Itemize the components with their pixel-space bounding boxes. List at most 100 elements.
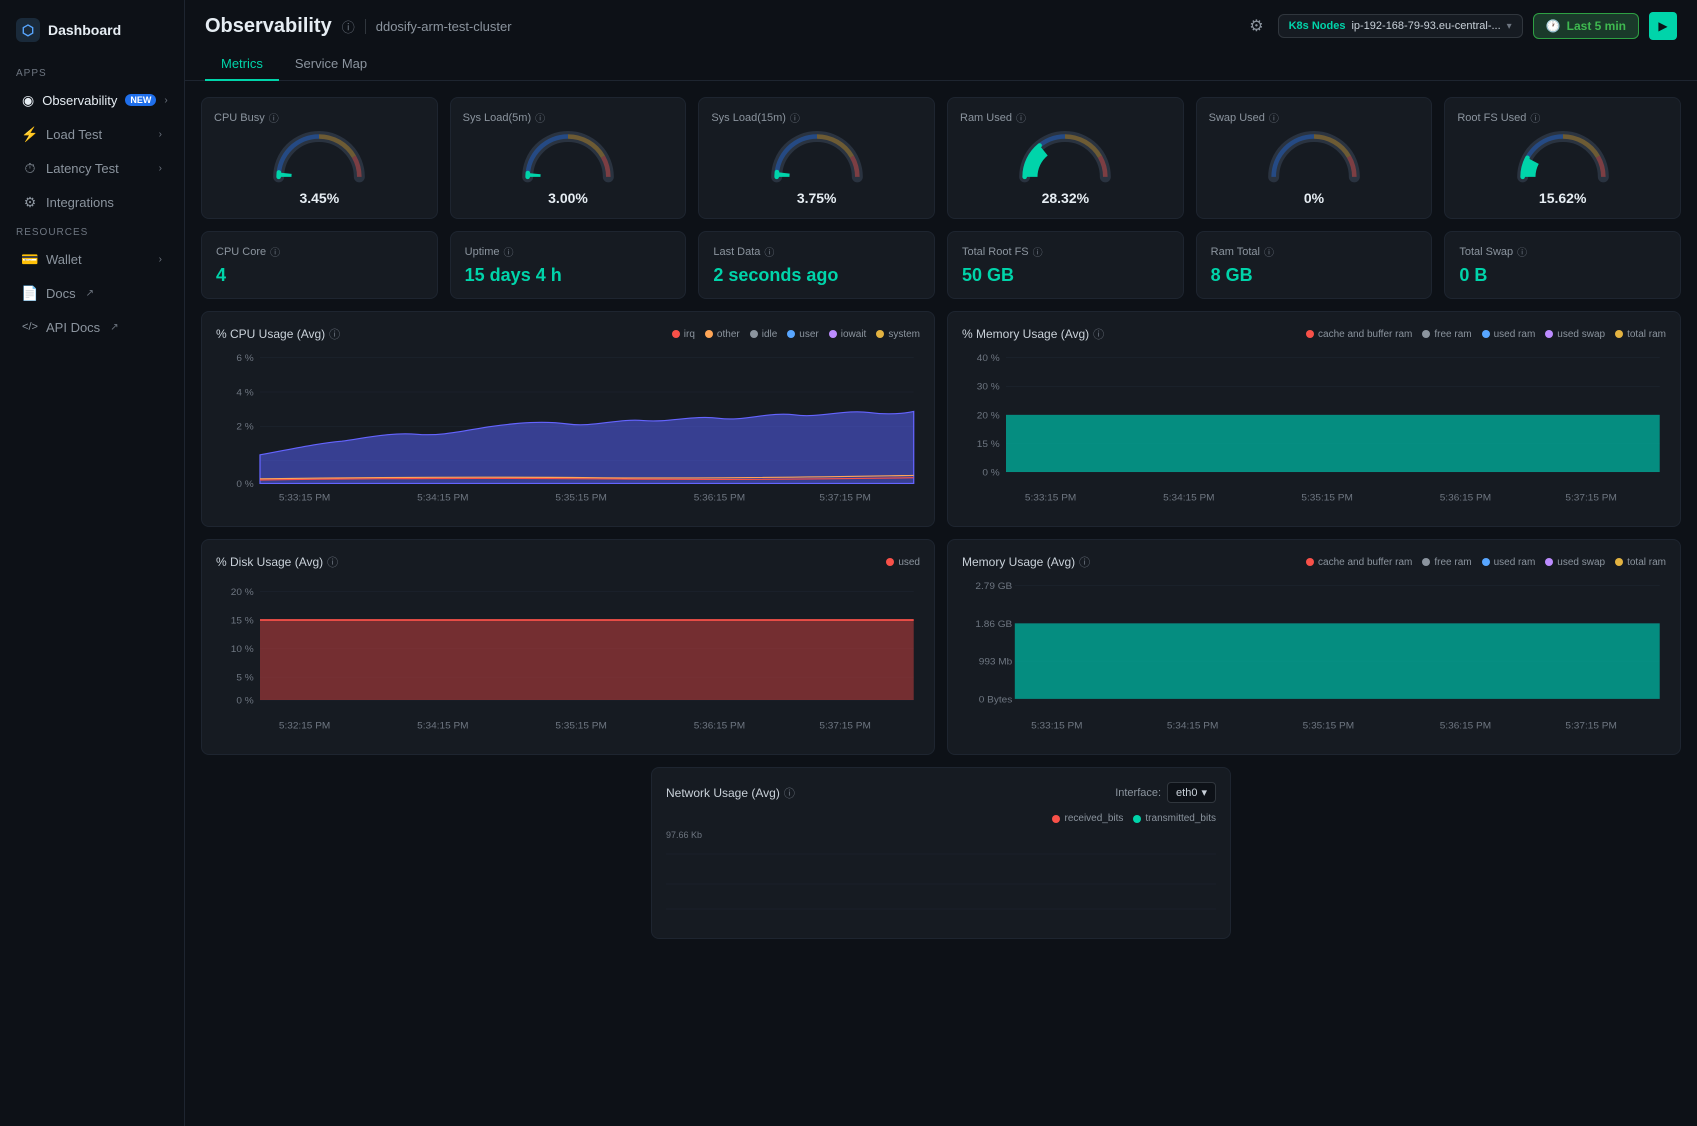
legend-dot-other [705, 330, 713, 338]
svg-text:30 %: 30 % [977, 382, 1000, 392]
wallet-icon: 💳 [22, 251, 38, 267]
svg-text:993 Mb: 993 Mb [979, 657, 1013, 667]
sidebar: ⬡ Dashboard APPS ◉ Observability New › ⚡… [0, 0, 185, 1126]
svg-text:5:33:15 PM: 5:33:15 PM [1025, 493, 1076, 503]
main-content: Observability ⓘ ddosify-arm-test-cluster… [185, 0, 1697, 1126]
legend-label-irq: irq [684, 329, 695, 340]
network-yaxis-top: 97.66 Kb [666, 830, 1216, 840]
stat-card-cpu-core: CPU Core ⓘ 4 [201, 231, 438, 299]
gauge-title-swap-used: Swap Used ⓘ [1209, 110, 1279, 125]
memory-abs-chart-card: Memory Usage (Avg) ⓘ cache and buffer ra… [947, 539, 1681, 755]
chart-row-2: % Disk Usage (Avg) ⓘ used [201, 539, 1681, 755]
interface-dropdown[interactable]: eth0 ▾ [1167, 782, 1216, 803]
gauge-info-icon-root-fs-used: ⓘ [1530, 110, 1540, 125]
info-icon: ⓘ [342, 17, 355, 36]
stat-info-icon-total-root-fs: ⓘ [1033, 244, 1043, 259]
legend-label: used ram [1494, 329, 1536, 340]
legend-dot [1615, 330, 1623, 338]
cpu-legend-irq: irq [672, 329, 695, 340]
gauge-card-root-fs-used: Root FS Used ⓘ 15.62% [1444, 97, 1681, 219]
gauge-svg-sys-load-15m [767, 131, 867, 186]
time-label: Last 5 min [1567, 19, 1626, 33]
sidebar-item-integrations[interactable]: ⚙ Integrations [6, 186, 178, 218]
gauge-svg-cpu-busy [269, 131, 369, 186]
gauge-label-swap-used: Swap Used [1209, 112, 1265, 124]
page-title: Observability [205, 15, 332, 38]
gauge-value-root-fs-used: 15.62% [1539, 190, 1586, 206]
gauge-svg-root-fs-used [1513, 131, 1613, 186]
gauge-svg-ram-used [1015, 131, 1115, 186]
disk-usage-chart-card: % Disk Usage (Avg) ⓘ used [201, 539, 935, 755]
gauge-title-ram-used: Ram Used ⓘ [960, 110, 1026, 125]
api-docs-icon: </> [22, 319, 38, 335]
gauge-container-sys-load-5m [518, 131, 618, 186]
memory-pct-chart-card: % Memory Usage (Avg) ⓘ cache and buffer … [947, 311, 1681, 527]
gauge-value-sys-load-5m: 3.00% [548, 190, 588, 206]
network-legend: received_bits transmitted_bits [666, 813, 1216, 824]
cpu-chart-info-icon: ⓘ [329, 326, 340, 342]
memory-abs-legend: cache and buffer ramfree ramused ramused… [1306, 557, 1666, 568]
gauge-container-root-fs-used [1513, 131, 1613, 186]
sidebar-item-label: Wallet [46, 252, 82, 267]
gauge-value-sys-load-15m: 3.75% [797, 190, 837, 206]
gauge-card-sys-load-5m: Sys Load(5m) ⓘ 3.00% [450, 97, 687, 219]
stat-label-total-root-fs: Total Root FS [962, 246, 1029, 258]
legend-dot [1306, 558, 1314, 566]
memory-pct-chart-title: % Memory Usage (Avg) ⓘ [962, 326, 1104, 342]
network-chart-info-icon: ⓘ [784, 785, 795, 801]
stat-title-ram-total: Ram Total ⓘ [1211, 244, 1418, 259]
play-button[interactable]: ▶ [1649, 12, 1677, 40]
gauge-card-ram-used: Ram Used ⓘ 28.32% [947, 97, 1184, 219]
interface-label: Interface: [1115, 787, 1161, 799]
svg-text:0 %: 0 % [982, 468, 1000, 478]
load-test-icon: ⚡ [22, 126, 38, 142]
tab-service-map[interactable]: Service Map [279, 50, 383, 81]
sidebar-logo[interactable]: ⬡ Dashboard [0, 8, 184, 60]
svg-text:5:35:15 PM: 5:35:15 PM [555, 721, 606, 731]
stat-title-total-root-fs: Total Root FS ⓘ [962, 244, 1169, 259]
cpu-chart-svg: 6 % 4 % 2 % 0 % 5:33:15 PM 5:34:15 PM 5:… [216, 352, 920, 512]
docs-icon: 📄 [22, 285, 38, 301]
stat-info-icon-uptime: ⓘ [504, 244, 514, 259]
legend-label-other: other [717, 329, 740, 340]
sidebar-item-latency-test[interactable]: ⏱ Latency Test › [6, 152, 178, 184]
legend-dot-iowait [829, 330, 837, 338]
disk-chart-svg: 20 % 15 % 10 % 5 % 0 % 5:32:15 PM 5:34:1… [216, 580, 920, 740]
mem-pct-legend-used-swap: used swap [1545, 329, 1605, 340]
gauge-card-swap-used: Swap Used ⓘ 0% [1196, 97, 1433, 219]
received-legend-label: received_bits [1064, 813, 1123, 824]
sidebar-item-label: API Docs [46, 320, 100, 335]
content-area: CPU Busy ⓘ 3.45% Sys Load(5m) ⓘ [185, 81, 1697, 1126]
cluster-name: ddosify-arm-test-cluster [365, 19, 512, 34]
k8s-nodes-dropdown[interactable]: K8s Nodes ip-192-168-79-93.eu-central-..… [1278, 14, 1523, 38]
gauge-info-icon-sys-load-15m: ⓘ [790, 110, 800, 125]
legend-dot-irq [672, 330, 680, 338]
sidebar-item-api-docs[interactable]: </> API Docs ↗ [6, 311, 178, 343]
external-icon-api: ↗ [110, 322, 118, 333]
stat-title-uptime: Uptime ⓘ [465, 244, 672, 259]
svg-text:5:37:15 PM: 5:37:15 PM [819, 721, 870, 731]
gauge-label-cpu-busy: CPU Busy [214, 112, 265, 124]
sidebar-item-label: Integrations [46, 195, 114, 210]
settings-button[interactable]: ⚙ [1245, 12, 1267, 40]
sidebar-item-load-test[interactable]: ⚡ Load Test › [6, 118, 178, 150]
stat-card-total-root-fs: Total Root FS ⓘ 50 GB [947, 231, 1184, 299]
time-range-button[interactable]: 🕐 Last 5 min [1533, 13, 1639, 39]
mem-abs-legend-free-ram: free ram [1422, 557, 1471, 568]
sidebar-item-docs[interactable]: 📄 Docs ↗ [6, 277, 178, 309]
gauge-container-ram-used [1015, 131, 1115, 186]
apps-section-label: APPS [0, 60, 184, 83]
sidebar-item-observability[interactable]: ◉ Observability New › [6, 84, 178, 116]
svg-text:40 %: 40 % [977, 354, 1000, 364]
svg-text:5:35:15 PM: 5:35:15 PM [555, 493, 606, 503]
legend-label: used swap [1557, 557, 1605, 568]
transmitted-legend-dot [1133, 815, 1141, 823]
legend-label-user: user [799, 329, 818, 340]
svg-text:2.79 GB: 2.79 GB [975, 582, 1012, 592]
tab-metrics[interactable]: Metrics [205, 50, 279, 81]
stat-label-total-swap: Total Swap [1459, 246, 1513, 258]
chevron-icon: › [159, 254, 162, 265]
sidebar-item-wallet[interactable]: 💳 Wallet › [6, 243, 178, 275]
svg-text:2 %: 2 % [236, 422, 254, 432]
legend-dot [1545, 558, 1553, 566]
